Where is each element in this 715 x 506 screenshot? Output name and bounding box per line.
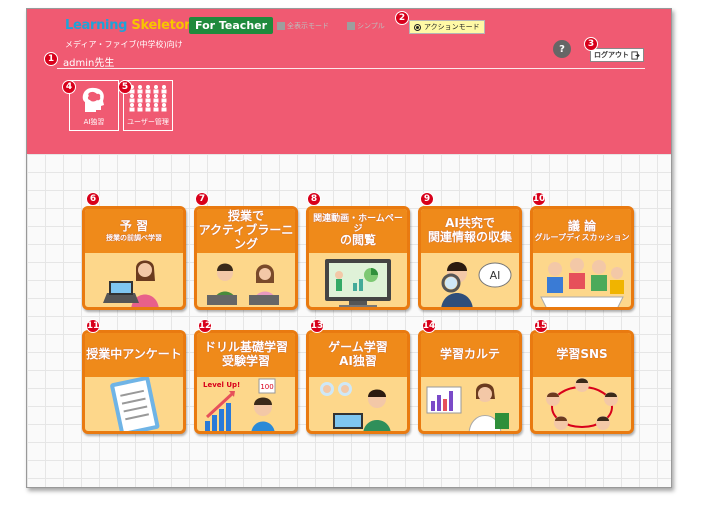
group-discussion-illustration: [533, 253, 631, 307]
marker-5: 5: [118, 80, 132, 94]
card-discussion[interactable]: 議 論グループディスカッション: [530, 206, 634, 310]
grid-icon: [277, 22, 285, 30]
ai-self-study-button[interactable]: AI独習: [69, 80, 119, 131]
main-area: 予 習授業の前調べ学習 授業で アクティブラーニング 関連動画・ホームページ の閲覧…: [27, 154, 671, 487]
marker-11: 11: [86, 319, 100, 333]
header-divider: [57, 68, 645, 69]
score-text: 100: [260, 383, 273, 391]
marker-9: 9: [420, 192, 434, 206]
card-title-line2: 受験学習: [221, 354, 270, 368]
mode-action-option[interactable]: アクションモード: [409, 20, 485, 34]
mode-action-label: アクションモード: [424, 23, 480, 31]
mode-all-option[interactable]: 全表示モード: [277, 21, 329, 31]
card-title: AI共究で: [445, 216, 495, 231]
card-title-line2: 関連情報の収集: [427, 230, 512, 244]
logo-word-learning: Learning: [65, 18, 128, 33]
card-title: 議 論: [567, 218, 597, 233]
brain-head-icon: [77, 81, 111, 117]
marker-13: 13: [310, 319, 324, 333]
mode-simple-label: シンプル: [357, 22, 385, 30]
marker-7: 7: [195, 192, 209, 206]
clipboard-illustration: [85, 376, 183, 431]
sns-network-illustration: [533, 377, 631, 431]
card-title: 予 習: [119, 219, 149, 234]
card-active-learning[interactable]: 授業で アクティブラーニング: [194, 206, 298, 310]
user-management-label: ユーザー管理: [127, 118, 169, 126]
marker-2: 2: [395, 11, 409, 25]
card-title-line2: AI独習: [339, 354, 377, 368]
mode-simple-option[interactable]: シンプル: [347, 21, 385, 31]
card-preview[interactable]: 予 習授業の前調べ学習: [82, 206, 186, 310]
marker-1: 1: [44, 52, 58, 66]
card-title: 学習SNS: [556, 347, 608, 362]
marker-10: 10: [532, 192, 546, 206]
card-survey[interactable]: 授業中アンケート: [82, 330, 186, 434]
card-subtitle: 授業の前調べ学習: [106, 233, 162, 242]
marker-6: 6: [86, 192, 100, 206]
logout-icon: [631, 50, 640, 60]
card-subtitle: グループディスカッション: [534, 233, 630, 243]
mode-all-label: 全表示モード: [287, 22, 329, 30]
students-laptops-illustration: [197, 253, 295, 307]
level-up-illustration: Level Up! 100: [197, 377, 295, 431]
game-illustration: [309, 377, 407, 431]
logo: Learning Skeleton: [65, 18, 193, 33]
radio-selected-icon: [414, 23, 421, 31]
marker-3: 3: [584, 37, 598, 51]
level-up-text: Level Up!: [203, 381, 240, 389]
card-game[interactable]: ゲーム学習 AI独習: [306, 330, 410, 434]
card-title-line2: アクティブラーニング: [198, 223, 294, 251]
for-teacher-badge: For Teacher: [189, 17, 274, 34]
card-title: 授業中アンケート: [86, 347, 182, 362]
card-title: 学習カルテ: [439, 347, 500, 362]
card-title-line2: の閲覧: [339, 233, 376, 248]
card-ai-research[interactable]: AI共究で 関連情報の収集 AI: [418, 206, 522, 310]
grid-icon: [347, 22, 355, 30]
card-title: 関連動画・ホームページ: [313, 213, 403, 235]
monitor-illustration: [309, 253, 407, 307]
marker-4: 4: [62, 80, 76, 94]
school-subtitle: メディア・ファイブ(中学校)向け: [65, 40, 183, 49]
card-learning-sns[interactable]: 学習SNS: [530, 330, 634, 434]
logout-label: ログアウト: [594, 51, 629, 59]
marker-12: 12: [198, 319, 212, 333]
help-button[interactable]: ?: [553, 40, 571, 58]
teacher-chart-illustration: [421, 377, 519, 431]
card-title: ドリル基礎学習: [203, 340, 288, 355]
card-learning-record[interactable]: 学習カルテ: [418, 330, 522, 434]
ai-self-study-label: AI独習: [83, 118, 105, 126]
user-name: admin先生: [63, 58, 115, 69]
card-video-web[interactable]: 関連動画・ホームページ の閲覧: [306, 206, 410, 310]
logout-button[interactable]: ログアウト: [590, 48, 644, 62]
student-laptop-illustration: [85, 253, 183, 307]
ai-magnifier-illustration: AI: [421, 253, 519, 307]
marker-8: 8: [307, 192, 321, 206]
marker-15: 15: [534, 319, 548, 333]
logo-word-skeleton: Skeleton: [131, 18, 194, 33]
app-window: Learning Skeleton For Teacher 全表示モード シンプ…: [26, 8, 672, 488]
card-title: ゲーム学習: [328, 340, 388, 355]
users-icon: [128, 81, 168, 117]
marker-14: 14: [422, 319, 436, 333]
card-drill[interactable]: ドリル基礎学習 受験学習 Level Up! 100: [194, 330, 298, 434]
ai-bubble-text: AI: [490, 269, 501, 282]
